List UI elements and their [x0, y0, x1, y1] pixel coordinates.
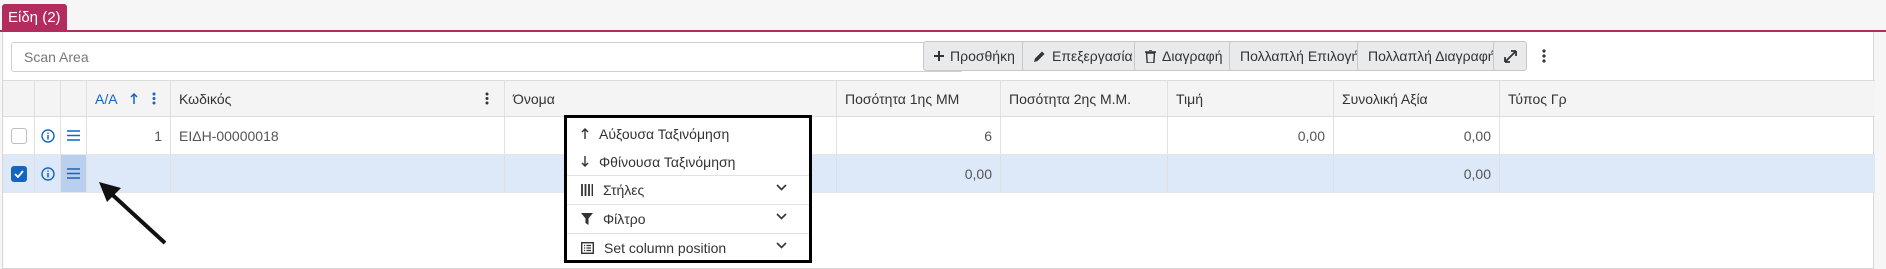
menu-item-sort-asc[interactable]: Αύξουσα Ταξινόμηση [567, 119, 809, 148]
arrow-up-icon [581, 128, 589, 139]
delete-button[interactable]: Διαγραφή [1134, 41, 1234, 71]
row-total: 0,00 [1334, 155, 1500, 192]
header-qty2-label: Ποσότητα 2ης Μ.Μ. [1009, 90, 1132, 107]
header-type[interactable]: Τύπος Γρ [1500, 81, 1875, 116]
add-button[interactable]: Προσθήκη [923, 41, 1026, 71]
items-panel: Προσθήκη Επεξεργασία Διαγραφή Πολλαπλή Ε… [2, 32, 1875, 269]
arrow-down-icon [581, 156, 589, 167]
row-qty1: 0,00 [837, 155, 1001, 192]
header-qty1[interactable]: Ποσότητα 1ης ΜΜ [837, 81, 1001, 116]
header-menu-column [61, 81, 87, 116]
hamburger-icon[interactable] [67, 130, 80, 141]
scan-area-field [11, 42, 963, 72]
menu-item-label: Αύξουσα Ταξινόμηση [599, 125, 730, 142]
menu-item-label: Στήλες [603, 182, 645, 198]
row-qty1: 6 [837, 117, 1001, 154]
row-price [1168, 155, 1334, 192]
header-name-label: Όνομα [513, 90, 555, 107]
table-row[interactable]: 1 ΕΙΔΗ-00000018 6 0,00 0,00 [3, 117, 1875, 155]
fullscreen-button[interactable] [1493, 41, 1527, 71]
header-aa-label: Α/Α [95, 90, 118, 107]
items-grid: Α/Α Κωδικός Όνομα Ποσότητα 1ης ΜΜ Ποσότη… [3, 80, 1875, 269]
hamburger-icon[interactable] [67, 168, 80, 179]
plus-icon [934, 51, 944, 61]
tab-items[interactable]: Είδη (2) [2, 4, 67, 32]
header-qty1-label: Ποσότητα 1ης ΜΜ [845, 90, 960, 107]
row-info-cell [35, 117, 61, 154]
scan-area-input[interactable] [12, 43, 934, 71]
pencil-icon [1034, 51, 1045, 62]
column-context-menu: Αύξουσα Ταξινόμηση Φθίνουσα Ταξινόμηση Σ… [564, 115, 812, 263]
tab-bar: Είδη (2) [0, 0, 1886, 32]
filter-icon [581, 213, 593, 225]
table-row[interactable]: 0,00 0,00 [3, 155, 1875, 193]
menu-item-set-column-position[interactable]: Set column position [567, 233, 809, 262]
menu-item-label: Φίλτρο [603, 211, 646, 227]
list-box-icon [581, 242, 594, 254]
row-menu-cell [61, 155, 87, 192]
header-select-column [3, 81, 35, 116]
row-select-cell [3, 155, 35, 192]
menu-item-columns[interactable]: Στήλες [567, 175, 809, 204]
grid-header: Α/Α Κωδικός Όνομα Ποσότητα 1ης ΜΜ Ποσότη… [3, 80, 1875, 117]
annotation-arrow-icon [99, 182, 167, 245]
chevron-down-icon [776, 184, 787, 191]
delete-button-label: Διαγραφή [1162, 48, 1223, 64]
trash-icon [1145, 49, 1156, 63]
edit-button[interactable]: Επεξεργασία [1022, 41, 1144, 71]
sort-asc-icon [130, 93, 138, 104]
row-select-cell [3, 117, 35, 154]
menu-item-sort-desc[interactable]: Φθίνουσα Ταξινόμηση [567, 147, 809, 176]
header-name[interactable]: Όνομα [505, 81, 837, 116]
row-type [1500, 155, 1875, 192]
chevron-down-icon [776, 213, 787, 220]
multi-delete-button[interactable]: Πολλαπλή Διαγραφή [1357, 41, 1507, 71]
row-code: ΕΙΔΗ-00000018 [171, 117, 505, 154]
row-checkbox[interactable] [10, 127, 27, 144]
row-qty2 [1001, 117, 1168, 154]
header-code[interactable]: Κωδικός [171, 81, 505, 116]
row-code [171, 155, 505, 192]
multi-select-button[interactable]: Πολλαπλή Επιλογή [1229, 41, 1371, 71]
add-button-label: Προσθήκη [950, 48, 1015, 64]
edit-button-label: Επεξεργασία [1052, 48, 1133, 64]
header-total-label: Συνολική Αξία [1342, 90, 1428, 107]
header-info-column [35, 81, 61, 116]
column-menu-icon [485, 92, 489, 105]
header-qty2[interactable]: Ποσότητα 2ης Μ.Μ. [1001, 81, 1168, 116]
columns-icon [581, 184, 593, 196]
check-icon [13, 169, 24, 178]
row-aa: 1 [87, 117, 171, 154]
multi-delete-label: Πολλαπλή Διαγραφή [1368, 48, 1496, 64]
menu-item-label: Φθίνουσα Ταξινόμηση [599, 153, 736, 170]
row-total: 0,00 [1334, 117, 1500, 154]
header-aa[interactable]: Α/Α [87, 81, 171, 116]
menu-item-filter[interactable]: Φίλτρο [567, 204, 809, 233]
info-icon[interactable] [40, 166, 55, 181]
row-qty2 [1001, 155, 1168, 192]
header-price[interactable]: Τιμή [1168, 81, 1334, 116]
more-options-button[interactable] [1535, 41, 1553, 71]
column-menu-icon [152, 92, 156, 105]
header-price-label: Τιμή [1176, 90, 1203, 107]
expand-icon [1503, 49, 1517, 63]
header-total[interactable]: Συνολική Αξία [1334, 81, 1500, 116]
multi-select-label: Πολλαπλή Επιλογή [1240, 48, 1360, 64]
row-checkbox[interactable] [10, 165, 27, 182]
row-menu-cell [61, 117, 87, 154]
kebab-icon [1542, 49, 1546, 63]
items-page: Είδη (2) Προσθήκη Επεξεργασία Διαγραφή Π [0, 0, 1886, 269]
menu-item-label: Set column position [604, 240, 727, 256]
row-info-cell [35, 155, 61, 192]
chevron-down-icon [776, 242, 787, 249]
info-icon[interactable] [40, 128, 55, 143]
header-code-label: Κωδικός [179, 90, 232, 107]
row-price: 0,00 [1168, 117, 1334, 154]
row-type [1500, 117, 1875, 154]
header-type-label: Τύπος Γρ [1508, 90, 1567, 107]
